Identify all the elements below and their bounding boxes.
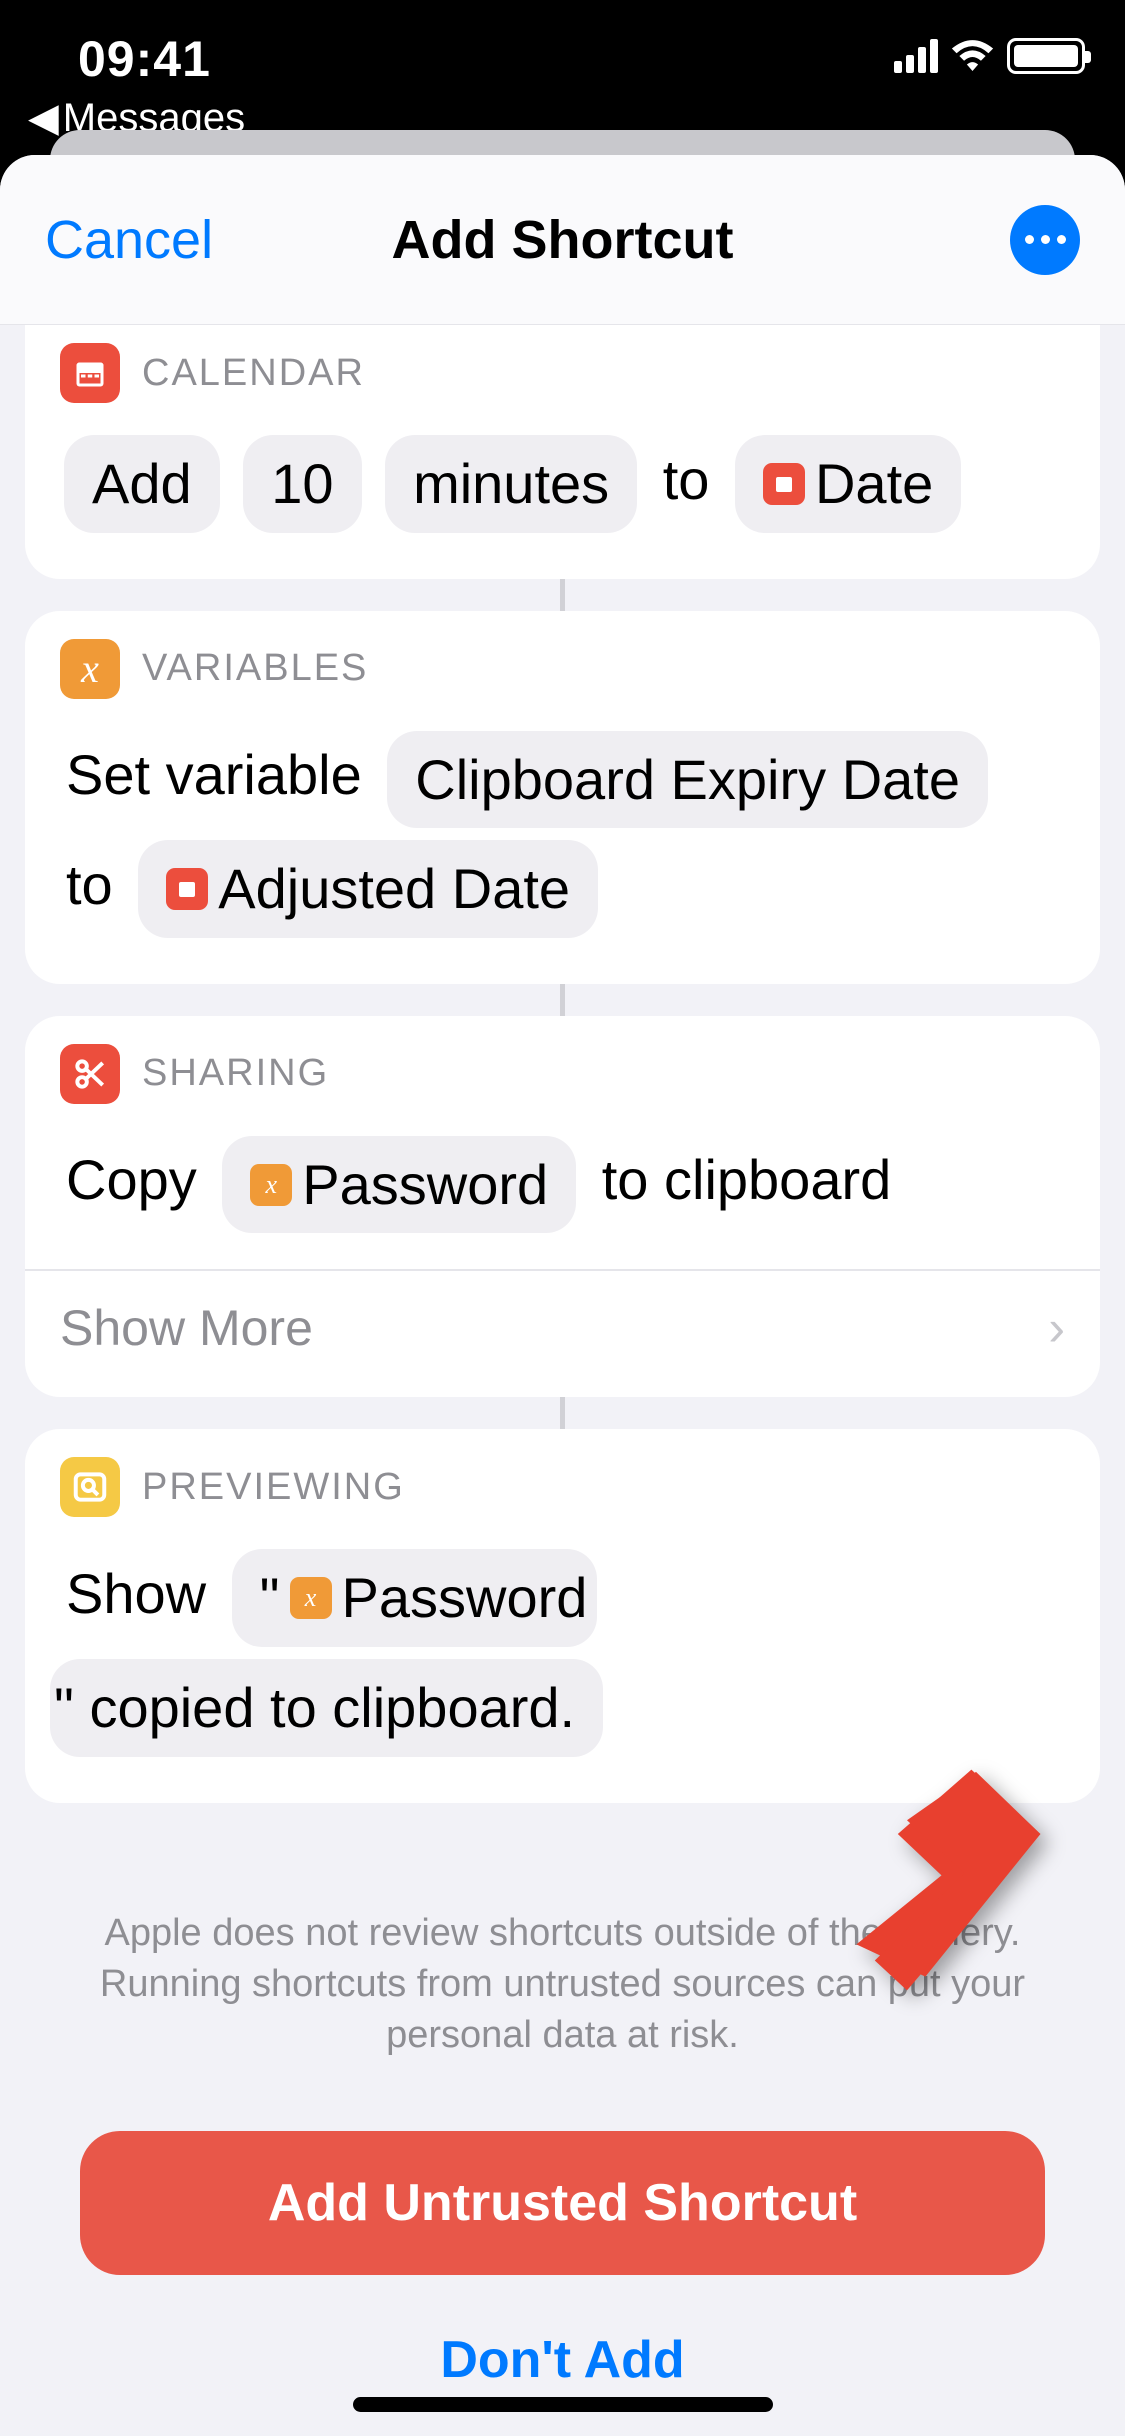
- battery-icon: [1007, 38, 1085, 74]
- action-connector: [560, 1397, 565, 1429]
- param-text-open[interactable]: " x Password: [232, 1549, 598, 1647]
- category-label: VARIABLES: [142, 647, 368, 690]
- date-token-icon: [763, 463, 805, 505]
- sheet-header: Cancel Add Shortcut: [0, 155, 1125, 325]
- scissors-icon: [60, 1044, 120, 1104]
- param-password-var[interactable]: x Password: [222, 1136, 576, 1234]
- action-card-previewing[interactable]: PREVIEWING Show " x Password " copied to…: [25, 1429, 1100, 1802]
- action-description: Add 10 minutes to Date: [60, 429, 1065, 539]
- cancel-button[interactable]: Cancel: [45, 209, 213, 271]
- param-verb[interactable]: Add: [64, 435, 220, 533]
- wifi-icon: [950, 39, 995, 73]
- status-bar: 09:41 ◀ Messages: [0, 0, 1125, 130]
- show-more-button[interactable]: Show More ›: [60, 1271, 1065, 1357]
- param-variable-name[interactable]: Clipboard Expiry Date: [387, 731, 988, 829]
- status-icons: [894, 38, 1085, 74]
- param-text-close[interactable]: " copied to clipboard.: [50, 1659, 603, 1757]
- action-description: Copy x Password to clipboard: [60, 1130, 1065, 1240]
- variable-icon: x: [60, 639, 120, 699]
- action-connector: [560, 984, 565, 1016]
- date-token-icon: [166, 868, 208, 910]
- action-connector: [560, 579, 565, 611]
- home-indicator[interactable]: [353, 2397, 773, 2412]
- category-label: SHARING: [142, 1052, 329, 1095]
- category-label: PREVIEWING: [142, 1466, 405, 1509]
- action-card-calendar[interactable]: CALENDAR Add 10 minutes to Date: [25, 325, 1100, 579]
- param-variable-value[interactable]: Adjusted Date: [138, 840, 598, 938]
- category-label: CALENDAR: [142, 352, 365, 395]
- actions-list: CALENDAR Add 10 minutes to Date x: [0, 325, 1125, 2436]
- calendar-icon: [60, 343, 120, 403]
- untrusted-warning-text: Apple does not review shortcuts outside …: [25, 1803, 1100, 2112]
- param-target-date[interactable]: Date: [735, 435, 961, 533]
- param-amount[interactable]: 10: [243, 435, 361, 533]
- action-description: Set variable Clipboard Expiry Date to Ad…: [60, 725, 1065, 944]
- variable-token-icon: x: [290, 1577, 332, 1619]
- action-description: Show " x Password " copied to clipboard.: [60, 1543, 1065, 1762]
- add-shortcut-sheet: Cancel Add Shortcut CALENDAR Add 10 minu…: [0, 155, 1125, 2436]
- variable-token-icon: x: [250, 1164, 292, 1206]
- ellipsis-icon: [1025, 235, 1034, 244]
- more-button[interactable]: [1010, 205, 1080, 275]
- param-unit[interactable]: minutes: [385, 435, 637, 533]
- chevron-right-icon: ›: [1048, 1299, 1065, 1357]
- action-card-sharing[interactable]: SHARING Copy x Password to clipboard Sho…: [25, 1016, 1100, 1398]
- back-caret-icon: ◀: [28, 95, 59, 141]
- add-untrusted-shortcut-button[interactable]: Add Untrusted Shortcut: [80, 2131, 1045, 2275]
- cellular-icon: [894, 39, 938, 73]
- quicklook-icon: [60, 1457, 120, 1517]
- status-time: 09:41: [78, 30, 211, 88]
- action-card-variables[interactable]: x VARIABLES Set variable Clipboard Expir…: [25, 611, 1100, 984]
